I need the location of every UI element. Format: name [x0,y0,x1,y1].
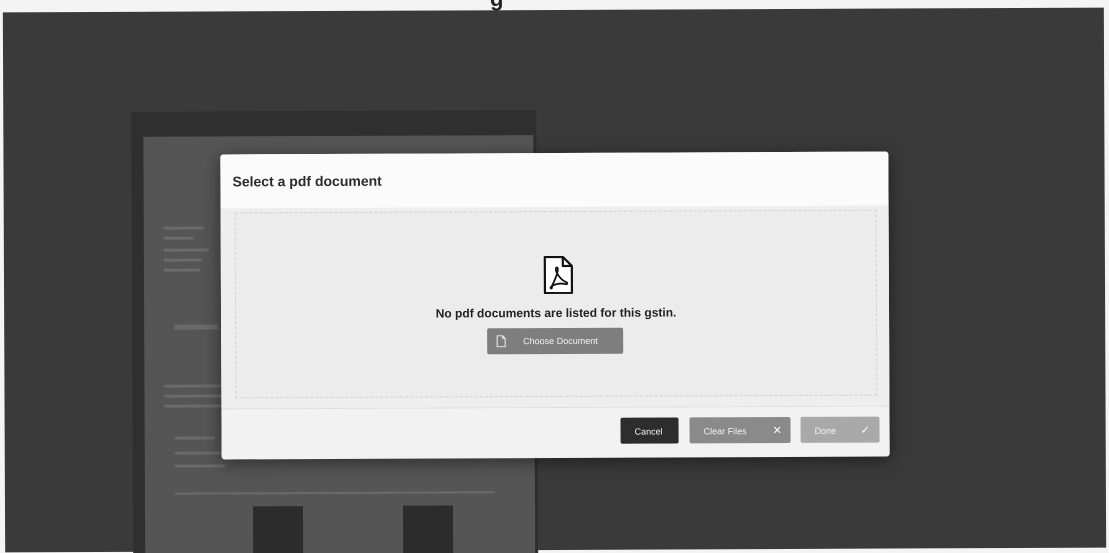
pdf-dropzone[interactable]: No pdf documents are listed for this gst… [234,209,878,399]
background-text-line [163,268,200,272]
close-icon: ✕ [772,425,782,438]
cancel-label: Cancel [634,426,663,437]
screen: g Select a pdf document [0,0,1109,553]
clear-files-button[interactable]: Clear Files ✕ [689,416,791,444]
dialog-header: Select a pdf document [220,151,889,210]
clear-files-label: Clear Files [703,426,747,437]
background-text-line [174,464,225,468]
check-icon: ✓ [860,424,870,437]
done-button[interactable]: Done ✓ [800,416,880,443]
background-table-cell [402,505,454,553]
background-text-line [163,258,202,262]
done-label: Done [814,425,837,436]
background-heading-line [174,324,219,330]
empty-state-message: No pdf documents are listed for this gst… [435,305,677,321]
select-pdf-dialog: Select a pdf document No pdf documents a… [220,151,890,460]
document-icon [496,335,506,348]
background-text-line [163,248,209,252]
dialog-title: Select a pdf document [232,172,382,190]
choose-document-button[interactable]: Choose Document [487,327,624,355]
pdf-file-icon [543,255,574,295]
background-text-line [163,226,204,230]
background-text-line [163,236,194,240]
dialog-body: No pdf documents are listed for this gst… [220,205,890,409]
choose-document-label: Choose Document [523,335,598,347]
background-text-line [174,436,215,440]
cancel-button[interactable]: Cancel [620,417,679,444]
dialog-footer: Cancel Clear Files ✕ Done ✓ [221,405,890,460]
background-table-line [174,491,495,495]
background-table-cell [252,506,304,553]
